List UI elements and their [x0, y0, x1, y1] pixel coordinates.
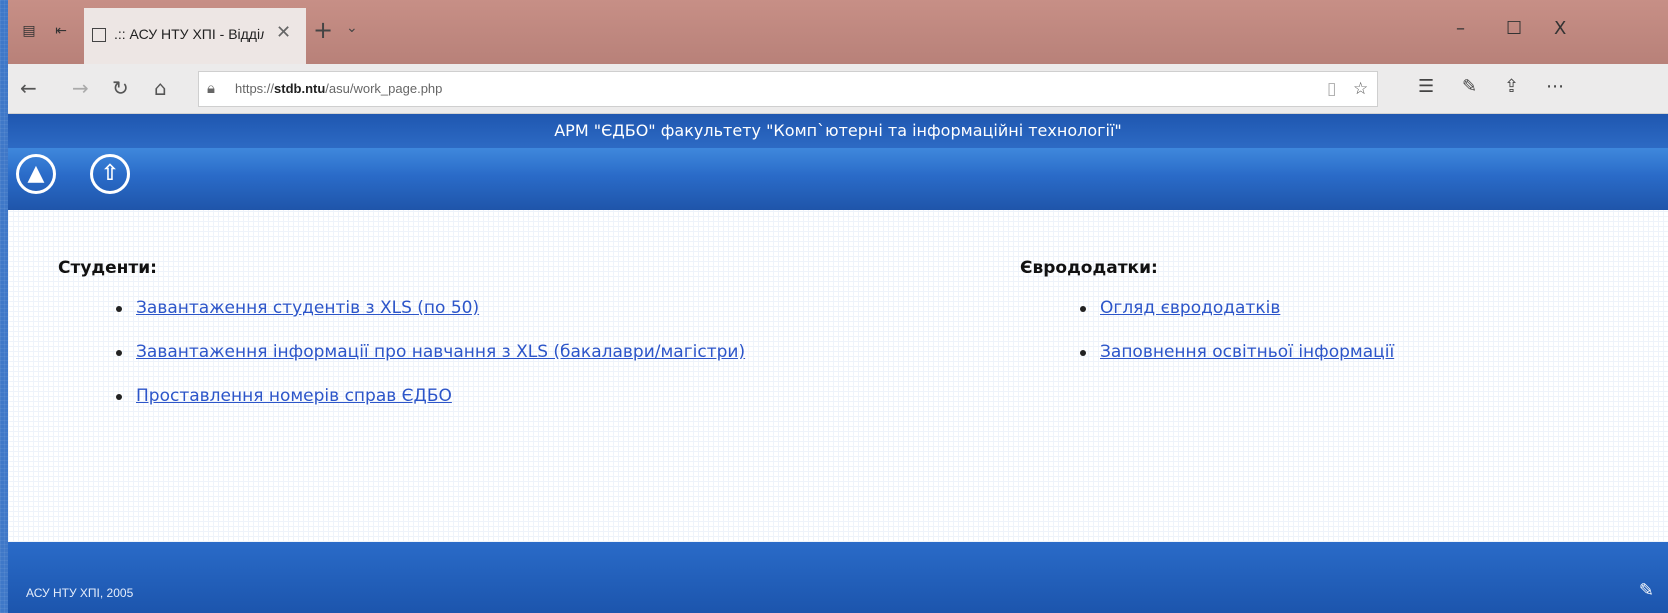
list-item: Проставлення номерів справ ЄДБО — [116, 384, 745, 408]
site-toolbar: ▲ ⇧ — [8, 148, 1668, 210]
window-close-button[interactable]: X — [1554, 18, 1566, 39]
back-icon[interactable]: ← — [20, 76, 37, 100]
view-eurosupplements-link[interactable]: Огляд єврододатків — [1100, 298, 1280, 318]
more-icon[interactable]: ⋯ — [1546, 76, 1564, 97]
set-case-numbers-link[interactable]: Проставлення номерів справ ЄДБО — [136, 386, 452, 406]
url-field[interactable]: 🔒︎ https://stdb.ntu/asu/work_page.php ▯ … — [198, 71, 1378, 107]
list-item: Завантаження інформації про навчання з X… — [116, 340, 745, 364]
tab-title: .:: АСУ НТУ ХПІ - Відділ — [114, 26, 264, 42]
eurosupplements-heading: Єврододатки: — [1020, 258, 1158, 278]
upload-students-link[interactable]: Завантаження студентів з XLS (по 50) — [136, 298, 479, 318]
document-edit-icon[interactable]: ✎ — [1639, 580, 1654, 601]
tab-bar: ▤ ⇤ .:: АСУ НТУ ХПІ - Відділ ✕ + ⌄ – ☐ X — [8, 0, 1668, 64]
list-item: Заповнення освітньої інформації — [1080, 340, 1394, 364]
tab-preview-icon[interactable]: ▤ — [20, 22, 38, 40]
up-arrow-icon[interactable]: ⇧ — [90, 154, 130, 194]
footer: АСУ НТУ ХПІ, 2005 ✎ — [8, 542, 1668, 613]
list-item: Завантаження студентів з XLS (по 50) — [116, 296, 745, 320]
site-title-bar: АРМ "ЄДБО" факультету "Комп`ютерні та ін… — [8, 114, 1668, 148]
tab-aside-icon[interactable]: ⇤ — [52, 22, 70, 40]
address-bar-row: ← → ↻ ⌂ 🔒︎ https://stdb.ntu/asu/work_pag… — [8, 64, 1668, 114]
url-text: https://stdb.ntu/asu/work_page.php — [235, 81, 443, 96]
reading-view-icon[interactable]: ▯ — [1327, 79, 1336, 99]
page-title: АРМ "ЄДБО" факультету "Комп`ютерні та ін… — [554, 121, 1122, 140]
minimize-button[interactable]: – — [1456, 18, 1465, 39]
favorite-star-icon[interactable]: ☆ — [1353, 79, 1368, 99]
logo-icon[interactable]: ▲ — [16, 154, 56, 194]
chevron-down-icon[interactable]: ⌄ — [346, 20, 358, 36]
pen-icon[interactable]: ✎ — [1462, 76, 1477, 97]
new-tab-button[interactable]: + — [313, 16, 333, 44]
page-icon — [92, 28, 106, 42]
share-icon[interactable]: ⇪ — [1504, 76, 1519, 97]
refresh-icon[interactable]: ↻ — [112, 76, 129, 100]
browser-tab[interactable]: .:: АСУ НТУ ХПІ - Відділ ✕ — [84, 8, 306, 64]
upload-study-info-link[interactable]: Завантаження інформації про навчання з X… — [136, 342, 745, 362]
browser-window: ▤ ⇤ .:: АСУ НТУ ХПІ - Відділ ✕ + ⌄ – ☐ X… — [8, 0, 1668, 613]
eurosupplements-links: Огляд єврододатків Заповнення освітньої … — [1080, 296, 1394, 384]
home-icon[interactable]: ⌂ — [154, 76, 167, 100]
maximize-button[interactable]: ☐ — [1506, 18, 1522, 39]
lock-icon: 🔒︎ — [207, 79, 215, 97]
students-heading: Студенти: — [58, 258, 157, 278]
fill-education-info-link[interactable]: Заповнення освітньої інформації — [1100, 342, 1394, 362]
close-icon[interactable]: ✕ — [276, 22, 291, 43]
footer-copyright: АСУ НТУ ХПІ, 2005 — [26, 586, 134, 600]
students-links: Завантаження студентів з XLS (по 50) Зав… — [116, 296, 745, 428]
main-content: Студенти: Завантаження студентів з XLS (… — [8, 210, 1668, 542]
forward-icon[interactable]: → — [72, 76, 89, 100]
list-item: Огляд єврододатків — [1080, 296, 1394, 320]
favorites-hub-icon[interactable]: ☰ — [1418, 76, 1434, 97]
